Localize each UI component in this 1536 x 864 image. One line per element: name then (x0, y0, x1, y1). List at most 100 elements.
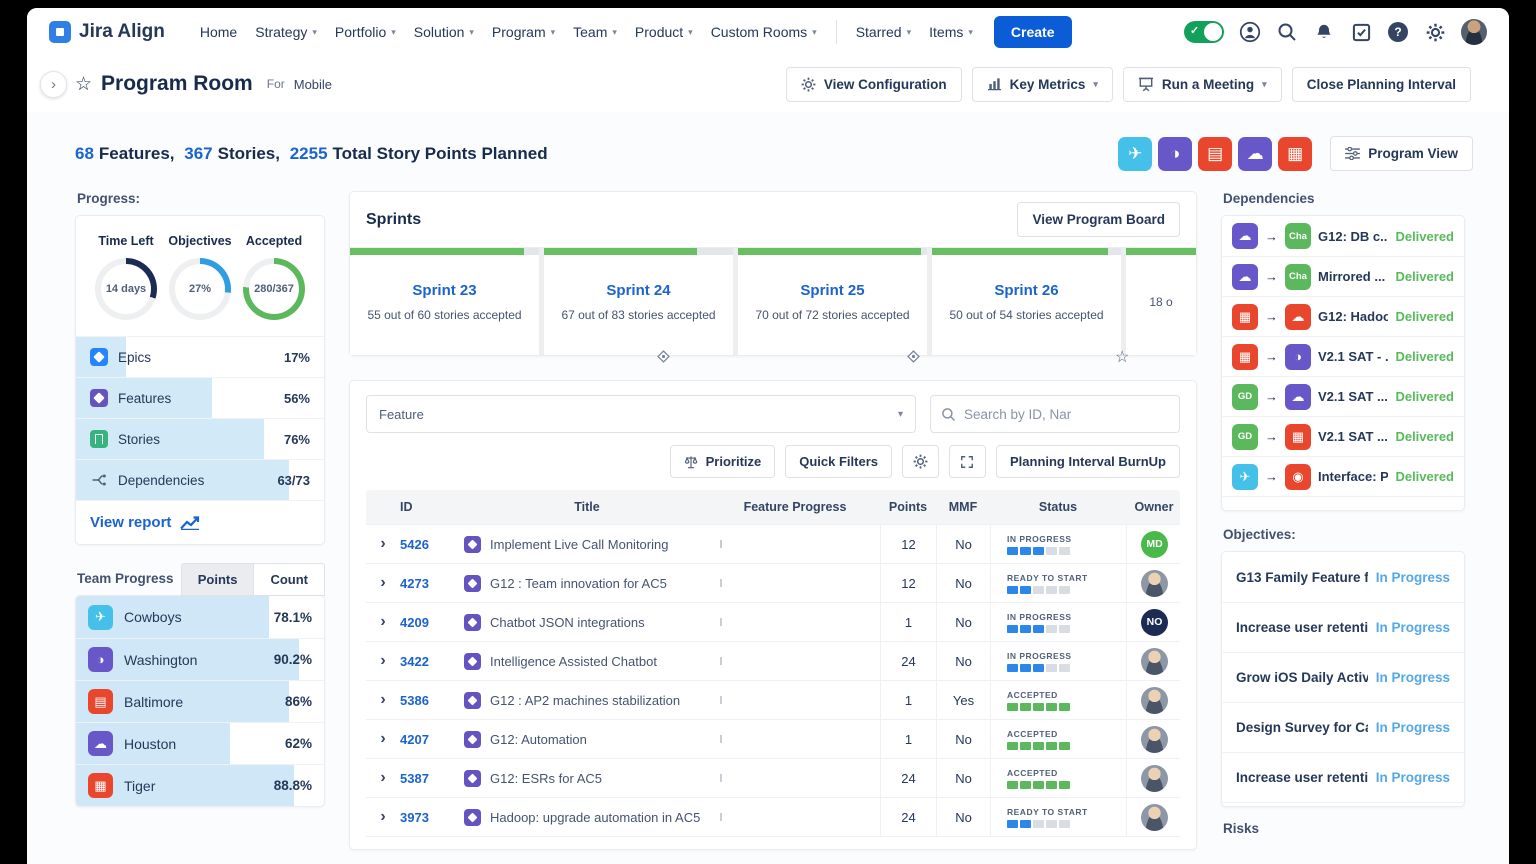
expand-row-icon[interactable]: › (366, 535, 400, 553)
run-a-meeting-button[interactable]: Run a Meeting ▾ (1122, 66, 1282, 102)
status-badge: READY TO START (990, 564, 1126, 602)
feature-id-link[interactable]: 5386 (400, 693, 464, 708)
view-configuration-button[interactable]: View Configuration (785, 66, 962, 102)
dependency-row[interactable]: GD → ▦ V2.1 SAT ... Delivered (1222, 416, 1464, 456)
team-icon-terminal[interactable]: ▤ (1198, 136, 1233, 171)
table-row[interactable]: › 4209 Chatbot JSON integrations 1 No IN… (366, 602, 1180, 641)
nav-item-product[interactable]: Product ▾ (635, 24, 693, 40)
view-report-link[interactable]: View report (76, 500, 324, 544)
prioritize-button[interactable]: Prioritize (669, 445, 776, 478)
feature-id-link[interactable]: 5426 (400, 537, 464, 552)
team-icon-bird[interactable]: ◑ (1158, 136, 1193, 171)
dependency-row[interactable]: ▦ → ☁ G12: Hadoo... Delivered (1222, 296, 1464, 336)
sprint-card-26[interactable]: Sprint 26 50 out of 54 stories accepted (932, 248, 1121, 355)
key-metrics-button[interactable]: Key Metrics ▾ (971, 66, 1113, 102)
feature-id-link[interactable]: 4207 (400, 732, 464, 747)
team-row-baltimore[interactable]: ▤ Baltimore 86% (76, 680, 324, 722)
expand-row-icon[interactable]: › (366, 574, 400, 592)
feature-id-link[interactable]: 5387 (400, 771, 464, 786)
settings-gear-icon[interactable] (1424, 21, 1446, 43)
close-planning-interval-button[interactable]: Close Planning Interval (1291, 66, 1471, 102)
quick-filters-button[interactable]: Quick Filters (785, 445, 892, 478)
feature-id-link[interactable]: 4209 (400, 615, 464, 630)
expand-row-icon[interactable]: › (366, 691, 400, 709)
feature-id-link[interactable]: 4273 (400, 576, 464, 591)
sidebar-expand-button[interactable]: › (40, 71, 67, 98)
milestone-diamond-icon[interactable] (906, 349, 921, 364)
table-settings-button[interactable] (901, 445, 939, 478)
nav-item-items[interactable]: Items ▾ (929, 24, 973, 40)
table-row[interactable]: › 4273 G12 : Team innovation for AC5 12 … (366, 563, 1180, 602)
notifications-bell-icon[interactable] (1313, 21, 1335, 43)
objective-row[interactable]: Increase user retentio... In Progress (1222, 602, 1464, 652)
nav-item-starred[interactable]: Starred ▾ (856, 24, 911, 40)
sprint-card-25[interactable]: Sprint 25 70 out of 72 stories accepted (738, 248, 927, 355)
nav-item-home[interactable]: Home (200, 24, 237, 40)
progress-row-epics[interactable]: Epics 17% (76, 336, 324, 377)
milestone-diamond-icon[interactable] (656, 349, 671, 364)
tab-count[interactable]: Count (254, 563, 325, 596)
nav-item-portfolio[interactable]: Portfolio ▾ (335, 24, 396, 40)
nav-item-strategy[interactable]: Strategy ▾ (255, 24, 317, 40)
dependency-row[interactable]: ▦ → ◑ V2.1 SAT - ... Delivered (1222, 336, 1464, 376)
avatar (1141, 725, 1168, 753)
status-toggle[interactable]: ✓ (1184, 21, 1224, 43)
program-view-button[interactable]: Program View (1330, 136, 1473, 171)
progress-row-stories[interactable]: Stories 76% (76, 418, 324, 459)
sprint-card-24[interactable]: Sprint 24 67 out of 83 stories accepted (544, 248, 733, 355)
nav-item-team[interactable]: Team ▾ (573, 24, 617, 40)
expand-row-icon[interactable]: › (366, 652, 400, 670)
progress-row-dependencies[interactable]: Dependencies 63/73 (76, 459, 324, 500)
progress-row-features[interactable]: Features 56% (76, 377, 324, 418)
table-row[interactable]: › 3973 Hadoop: upgrade automation in AC5… (366, 797, 1180, 836)
milestone-star-icon[interactable]: ☆ (1115, 347, 1129, 367)
table-row[interactable]: › 4207 G12: Automation 1 No ACCEPTED (366, 719, 1180, 758)
help-icon[interactable]: ? (1387, 21, 1409, 43)
team-icon-window[interactable]: ▦ (1278, 136, 1313, 171)
profile-icon[interactable] (1239, 21, 1261, 43)
team-row-washington[interactable]: ◑ Washington 90.2% (76, 638, 324, 680)
team-icon-rocket[interactable]: ✈ (1118, 136, 1153, 171)
expand-row-icon[interactable]: › (366, 730, 400, 748)
search-icon[interactable] (1276, 21, 1298, 43)
table-row[interactable]: › 5387 G12: ESRs for AC5 24 No ACCEPTED (366, 758, 1180, 797)
user-avatar[interactable] (1461, 19, 1487, 45)
objective-row[interactable]: G13 Family Feature for... In Progress (1222, 552, 1464, 602)
feature-id-link[interactable]: 3973 (400, 810, 464, 825)
dependency-row[interactable]: ✈ → ◉ Interface: P... Delivered (1222, 456, 1464, 496)
program-context[interactable]: Mobile (294, 77, 332, 92)
team-row-cowboys[interactable]: ✈ Cowboys 78.1% (76, 596, 324, 638)
sprint-card-23[interactable]: Sprint 23 55 out of 60 stories accepted (350, 248, 539, 355)
feature-id-link[interactable]: 3422 (400, 654, 464, 669)
expand-row-icon[interactable]: › (366, 769, 400, 787)
table-row[interactable]: › 3422 Intelligence Assisted Chatbot 24 … (366, 641, 1180, 680)
view-program-board-button[interactable]: View Program Board (1017, 202, 1180, 237)
jira-align-logo[interactable]: Jira Align (49, 21, 165, 43)
create-button[interactable]: Create (993, 16, 1072, 48)
search-input[interactable] (964, 406, 1169, 422)
tab-points[interactable]: Points (180, 563, 255, 596)
status-badge: Delivered (1395, 269, 1454, 284)
team-row-houston[interactable]: ☁ Houston 62% (76, 722, 324, 764)
dependency-row[interactable]: ☁ → Cha G12: DB c... Delivered (1222, 216, 1464, 256)
expand-row-icon[interactable]: › (366, 808, 400, 826)
nav-item-solution[interactable]: Solution ▾ (414, 24, 474, 40)
dependency-row[interactable]: ☁ → Cha Mirrored ... Delivered (1222, 256, 1464, 296)
sprint-card-partial[interactable]: 18 o (1126, 248, 1196, 355)
item-type-select[interactable]: Feature ▾ (366, 395, 916, 433)
expand-row-icon[interactable]: › (366, 613, 400, 631)
nav-item-custom-rooms[interactable]: Custom Rooms ▾ (711, 24, 817, 40)
tasks-checkbox-icon[interactable] (1350, 21, 1372, 43)
objective-row[interactable]: Design Survey for Call... In Progress (1222, 702, 1464, 752)
table-row[interactable]: › 5426 Implement Live Call Monitoring 12… (366, 524, 1180, 563)
team-icon-storm[interactable]: ☁ (1238, 136, 1273, 171)
planning-interval-burnup-button[interactable]: Planning Interval BurnUp (995, 445, 1180, 478)
favorite-star-icon[interactable]: ☆ (75, 73, 92, 96)
objective-row[interactable]: Increase user retentio... In Progress (1222, 752, 1464, 802)
nav-item-program[interactable]: Program ▾ (492, 24, 555, 40)
table-row[interactable]: › 5386 G12 : AP2 machines stabilization … (366, 680, 1180, 719)
objective-row[interactable]: Grow iOS Daily Active ... In Progress (1222, 652, 1464, 702)
team-row-tiger[interactable]: ▦ Tiger 88.8% (76, 764, 324, 806)
dependency-row[interactable]: GD → ☁ V2.1 SAT ... Delivered (1222, 376, 1464, 416)
expand-table-button[interactable] (948, 445, 986, 478)
